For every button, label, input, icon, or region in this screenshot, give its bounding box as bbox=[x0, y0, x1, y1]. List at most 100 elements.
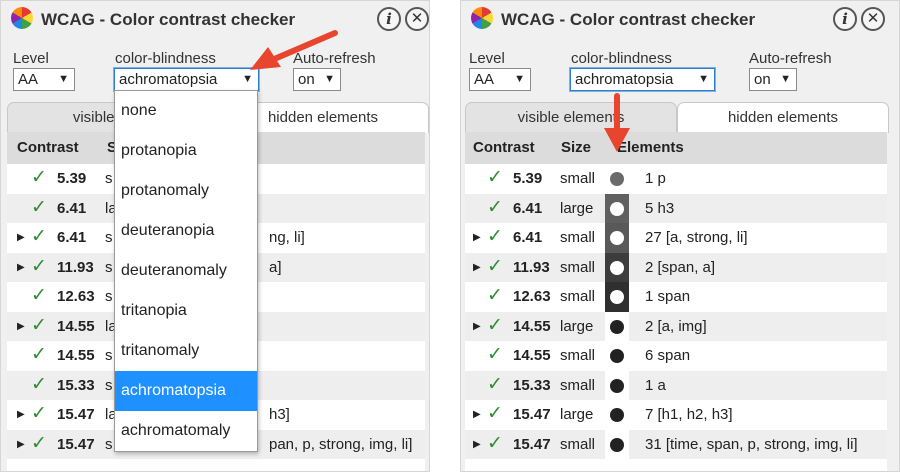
color-swatch bbox=[605, 311, 629, 341]
check-icon: ✓ bbox=[487, 344, 503, 365]
expand-arrow-icon[interactable]: ▶ bbox=[473, 232, 481, 243]
expand-arrow-icon[interactable]: ▶ bbox=[473, 321, 481, 332]
contrast-value: 14.55 bbox=[513, 347, 551, 364]
table-row[interactable]: ✓ 14.55 small 6 span bbox=[465, 341, 887, 371]
color-swatch bbox=[605, 223, 629, 253]
contrast-value: 12.63 bbox=[513, 288, 551, 305]
expand-arrow-icon[interactable]: ▶ bbox=[473, 409, 481, 420]
annotation-arrow-head bbox=[604, 128, 630, 152]
contrast-value: 12.63 bbox=[57, 288, 95, 305]
size-value: small bbox=[560, 376, 596, 394]
contrast-value: 14.55 bbox=[513, 317, 551, 335]
color-swatch bbox=[605, 400, 629, 430]
elements-value: 2 [a, img] bbox=[645, 317, 707, 335]
check-icon: ✓ bbox=[487, 226, 503, 247]
size-value: s bbox=[105, 376, 113, 394]
color-swatch bbox=[605, 341, 629, 371]
check-icon: ✓ bbox=[487, 255, 503, 277]
size-value: s bbox=[105, 347, 113, 364]
check-icon: ✓ bbox=[31, 255, 47, 277]
color-dot-icon bbox=[610, 378, 624, 393]
elements-value: 6 span bbox=[645, 347, 691, 364]
size-value: small bbox=[560, 229, 596, 246]
check-icon: ✓ bbox=[31, 403, 47, 424]
size-value: s bbox=[105, 258, 113, 276]
color-dot-icon bbox=[610, 437, 624, 452]
check-icon: ✓ bbox=[31, 285, 47, 306]
contrast-value: 6.41 bbox=[513, 229, 543, 246]
color-swatch bbox=[605, 252, 629, 282]
elements-value: 1 a bbox=[645, 376, 666, 394]
size-value: large bbox=[560, 406, 594, 423]
check-icon: ✓ bbox=[487, 432, 503, 454]
contrast-value: 14.55 bbox=[57, 317, 95, 335]
dropdown-option[interactable]: achromatopsia bbox=[115, 371, 257, 411]
check-icon: ✓ bbox=[31, 432, 47, 454]
contrast-value: 15.33 bbox=[513, 376, 551, 394]
check-icon: ✓ bbox=[487, 403, 503, 424]
elements-value: 2 [span, a] bbox=[645, 258, 716, 276]
annotation-arrow-right bbox=[604, 93, 630, 152]
elements-value: 7 [h1, h2, h3] bbox=[645, 406, 733, 423]
table-row[interactable]: ✓ 15.33 small 1 a bbox=[465, 370, 887, 400]
color-dot-icon bbox=[610, 319, 624, 334]
elements-value: h3] bbox=[269, 406, 290, 423]
elements-value: 5 h3 bbox=[645, 199, 675, 217]
table-row[interactable]: ▶ ✓ 15.47 small 31 [time, span, p, strong, i… bbox=[465, 429, 887, 459]
check-icon: ✓ bbox=[31, 314, 47, 336]
check-icon: ✓ bbox=[487, 373, 503, 395]
color-dot-icon bbox=[610, 349, 624, 363]
size-value: s bbox=[105, 288, 113, 305]
dropdown-option[interactable]: achromatomaly bbox=[115, 411, 257, 451]
elements-value: pan, p, strong, img, li] bbox=[269, 435, 413, 453]
size-value: small bbox=[560, 258, 596, 276]
color-swatch bbox=[605, 429, 629, 459]
elements-value: 31 [time, span, p, strong, img, li] bbox=[645, 435, 858, 453]
table-row[interactable]: ▶ ✓ 14.55 large 2 [a, img] bbox=[465, 311, 887, 341]
size-value: small bbox=[560, 435, 596, 453]
elements-value: a] bbox=[269, 258, 282, 276]
contrast-value: 6.41 bbox=[57, 229, 87, 246]
dropdown-option[interactable]: tritanopia bbox=[115, 291, 257, 331]
check-icon: ✓ bbox=[31, 226, 47, 247]
check-icon: ✓ bbox=[31, 344, 47, 365]
size-value: small bbox=[560, 347, 596, 364]
expand-arrow-icon[interactable]: ▶ bbox=[17, 439, 25, 450]
color-swatch bbox=[605, 370, 629, 400]
contrast-value: 6.41 bbox=[513, 199, 543, 217]
contrast-value: 6.41 bbox=[57, 199, 87, 217]
expand-arrow-icon[interactable]: ▶ bbox=[17, 262, 25, 273]
size-value: s bbox=[105, 435, 113, 453]
elements-value: ng, li] bbox=[269, 229, 305, 246]
size-value: large bbox=[560, 199, 594, 217]
contrast-value: 11.93 bbox=[57, 258, 94, 276]
expand-arrow-icon[interactable]: ▶ bbox=[473, 439, 481, 450]
elements-value: 27 [a, strong, li] bbox=[645, 229, 748, 246]
color-dot-icon bbox=[610, 231, 624, 245]
color-swatch bbox=[605, 282, 629, 312]
dropdown-option[interactable]: deuteranomaly bbox=[115, 251, 257, 291]
table-row[interactable]: ✓ 12.63 small 1 span bbox=[465, 282, 887, 312]
dropdown-option[interactable]: tritanomaly bbox=[115, 331, 257, 371]
contrast-value: 15.47 bbox=[513, 406, 551, 423]
contrast-value: 15.47 bbox=[57, 435, 95, 453]
check-icon: ✓ bbox=[31, 373, 47, 395]
elements-value: 1 span bbox=[645, 288, 691, 305]
contrast-value: 14.55 bbox=[57, 347, 95, 364]
check-icon: ✓ bbox=[487, 285, 503, 306]
expand-arrow-icon[interactable]: ▶ bbox=[17, 321, 25, 332]
color-dot-icon bbox=[610, 201, 624, 216]
table-row[interactable]: ▶ ✓ 6.41 small 27 [a, strong, li] bbox=[465, 223, 887, 253]
dropdown-option[interactable]: deuteranopia bbox=[115, 211, 257, 251]
table-body: ✓ 5.39 small 1 p ✓ 6.41 large 5 h3 ▶ ✓ 6.41 small 27… bbox=[465, 164, 887, 459]
expand-arrow-icon[interactable]: ▶ bbox=[473, 262, 481, 273]
table-row[interactable]: ▶ ✓ 11.93 small 2 [span, a] bbox=[465, 252, 887, 282]
contrast-value: 15.47 bbox=[57, 406, 95, 423]
contrast-value: 15.47 bbox=[513, 435, 551, 453]
expand-arrow-icon[interactable]: ▶ bbox=[17, 232, 25, 243]
size-value: s bbox=[105, 229, 113, 246]
expand-arrow-icon[interactable]: ▶ bbox=[17, 409, 25, 420]
table-row[interactable]: ▶ ✓ 15.47 large 7 [h1, h2, h3] bbox=[465, 400, 887, 430]
contrast-value: 15.33 bbox=[57, 376, 95, 394]
check-icon: ✓ bbox=[487, 314, 503, 336]
